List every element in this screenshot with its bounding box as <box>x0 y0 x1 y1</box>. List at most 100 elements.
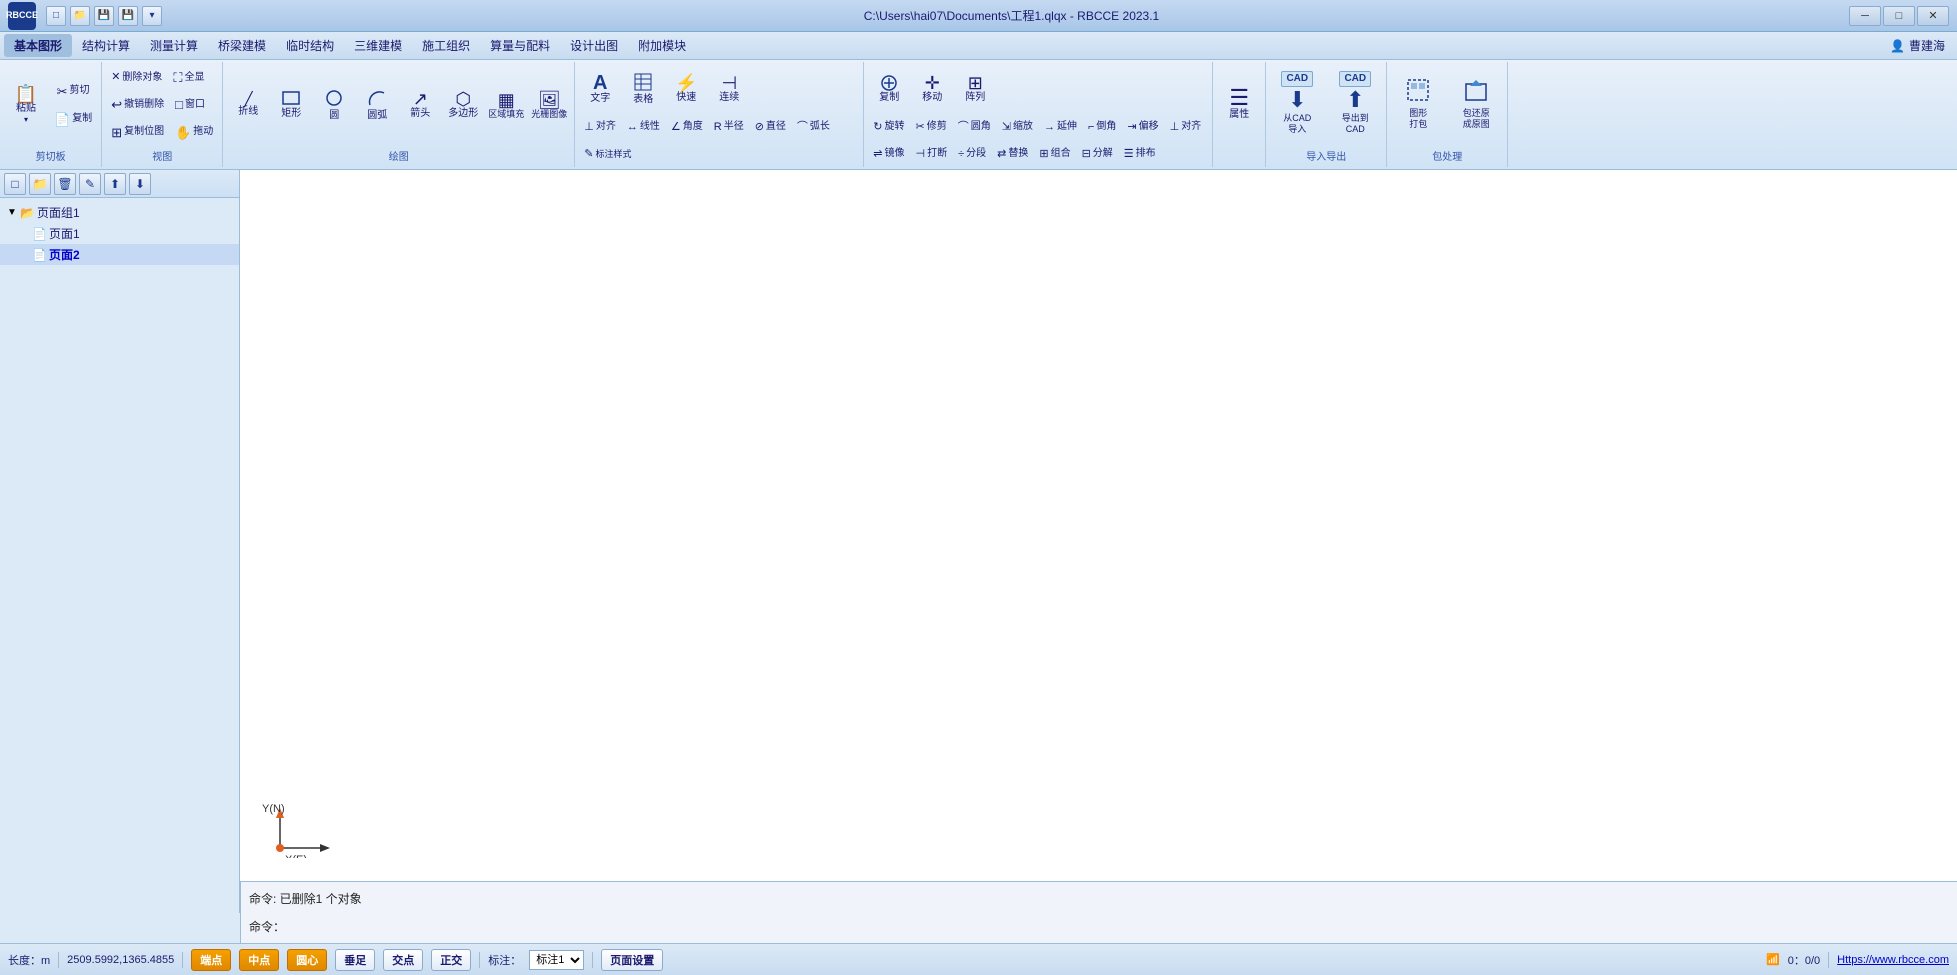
snap-foot-btn[interactable]: 垂足 <box>335 949 375 971</box>
new-btn[interactable]: □ <box>46 6 66 26</box>
linear-dim-btn[interactable]: ↔ 线性 <box>622 114 665 140</box>
menu-3d[interactable]: 三维建模 <box>344 34 412 57</box>
panel-open-btn[interactable]: 📁 <box>29 173 51 195</box>
array-btn[interactable]: ⊞ 阵列 <box>954 64 996 114</box>
menu-addon[interactable]: 附加模块 <box>628 34 696 57</box>
rect-btn[interactable]: 矩形 <box>270 80 312 130</box>
menu-quantity[interactable]: 算量与配料 <box>480 34 560 57</box>
radius-dim-btn[interactable]: R 半径 <box>709 114 749 140</box>
cut-btn[interactable]: ✂ 剪切 <box>49 78 97 104</box>
panel-delete-btn[interactable]: 🗑 <box>54 173 76 195</box>
scale-label: 缩放 <box>1013 121 1033 133</box>
move-btn[interactable]: ✛ 移动 <box>911 64 953 114</box>
polyline-btn[interactable]: ╱ 折线 <box>227 80 269 130</box>
copy-pos-btn[interactable]: ⊞ 复制位图 <box>106 119 169 145</box>
paste-btn[interactable]: 📋 粘贴 ▾ <box>4 65 48 145</box>
align2-label: 对齐 <box>1181 121 1201 133</box>
arc-len-dim-btn[interactable]: ⌒ 弧长 <box>792 114 835 140</box>
snap-center-btn[interactable]: 圆心 <box>287 949 327 971</box>
scale-btn[interactable]: ⇲ 缩放 <box>997 114 1038 140</box>
shape-pack-btn[interactable]: 图形打包 <box>1391 64 1445 144</box>
panel-new-btn[interactable]: □ <box>4 173 26 195</box>
panel-down-btn[interactable]: ⬇ <box>129 173 151 195</box>
dropdown-btn[interactable]: ▾ <box>142 6 162 26</box>
sep2 <box>182 952 183 968</box>
arc-btn[interactable]: 圆弧 <box>356 80 398 130</box>
diameter-dim-btn[interactable]: ⊘ 直径 <box>750 114 791 140</box>
replace-btn[interactable]: ⇄ 替换 <box>992 141 1033 167</box>
chamfer-btn[interactable]: ⌐ 倒角 <box>1083 114 1121 140</box>
hatch-btn[interactable]: ▦ 区域填充 <box>485 80 527 130</box>
drag-btn[interactable]: ✋ 拖动 <box>170 119 218 145</box>
from-cad-btn[interactable]: CAD ⬇ 从CAD导入 <box>1270 64 1324 144</box>
arrow-btn[interactable]: ↗ 箭头 <box>399 80 441 130</box>
rotate-btn[interactable]: ↻ 旋转 <box>868 114 909 140</box>
move-icon: ✛ <box>925 74 940 92</box>
tree-page1[interactable]: 📄 页面1 <box>0 223 239 244</box>
continuous-dim-btn[interactable]: ⊣ 连续 <box>708 64 750 114</box>
menu-bridge[interactable]: 桥梁建模 <box>208 34 276 57</box>
tree-group1[interactable]: ▼ 📂 页面组1 <box>0 202 239 223</box>
page-settings-btn[interactable]: 页面设置 <box>601 949 663 971</box>
close-btn[interactable]: ✕ <box>1917 6 1949 26</box>
panel-up-btn[interactable]: ⬆ <box>104 173 126 195</box>
properties-btn[interactable]: ☰ 属性 <box>1217 64 1261 144</box>
combine-btn[interactable]: ⊞ 组合 <box>1034 141 1075 167</box>
fast-dim-btn[interactable]: ⚡ 快速 <box>665 64 707 114</box>
align2-btn[interactable]: ⊥ 对齐 <box>1165 114 1207 140</box>
open-btn[interactable]: 📁 <box>70 6 90 26</box>
undo-delete-btn[interactable]: ↩ 撤销删除 <box>106 92 169 118</box>
trim-btn[interactable]: ✂ 修剪 <box>911 114 952 140</box>
tree-page2[interactable]: 📄 页面2 <box>0 244 239 265</box>
save-btn[interactable]: 💾 <box>94 6 114 26</box>
arrange-btn[interactable]: ☰ 排布 <box>1119 141 1161 167</box>
menu-design[interactable]: 设计出图 <box>560 34 628 57</box>
window-btn[interactable]: □ 窗口 <box>170 92 210 118</box>
dim-style-btn[interactable]: ✎ 标注样式 <box>579 141 636 167</box>
annotation-select[interactable]: 标注1 <box>529 950 584 970</box>
menu-survey-calc[interactable]: 测量计算 <box>140 34 208 57</box>
delete-obj-btn[interactable]: ✕ 删除对象 <box>106 65 167 91</box>
decompose-btn[interactable]: ⊟ 分解 <box>1077 141 1118 167</box>
text-btn[interactable]: A 文字 <box>579 64 621 114</box>
diameterdim-icon: ⊘ <box>755 122 764 133</box>
saveas-btn[interactable]: 💾 <box>118 6 138 26</box>
snap-intersect-btn[interactable]: 交点 <box>383 949 423 971</box>
circle-btn[interactable]: 圆 <box>313 80 355 130</box>
user-name: 曹建海 <box>1909 37 1945 54</box>
cut-icon: ✂ <box>57 85 68 98</box>
round-btn[interactable]: ⌒ 圆角 <box>953 114 996 140</box>
menu-basic-shapes[interactable]: 基本图形 <box>4 34 72 57</box>
chamfer-label: 倒角 <box>1096 121 1116 133</box>
align-dim-btn[interactable]: ⊥ 对齐 <box>579 114 621 140</box>
angle-dim-btn[interactable]: ∠ 角度 <box>666 114 708 140</box>
snap-endpoint-btn[interactable]: 端点 <box>191 949 231 971</box>
menu-structural-calc[interactable]: 结构计算 <box>72 34 140 57</box>
website-link[interactable]: Https://www.rbcce.com <box>1837 954 1949 966</box>
copy2-btn[interactable]: 复制 <box>868 64 910 114</box>
maximize-btn[interactable]: □ <box>1883 6 1915 26</box>
polygon-btn[interactable]: ⬡ 多边形 <box>442 80 484 130</box>
restore-btn[interactable]: 包还原成原图 <box>1449 64 1503 144</box>
divide-btn[interactable]: ÷ 分段 <box>953 141 991 167</box>
panel-edit-btn[interactable]: ✎ <box>79 173 101 195</box>
extend-btn[interactable]: → 延伸 <box>1039 114 1082 140</box>
snap-ortho-btn[interactable]: 正交 <box>431 949 471 971</box>
mirror-btn[interactable]: ⇌ 镜像 <box>868 141 909 167</box>
offset-btn[interactable]: ⇥ 偏移 <box>1122 114 1163 140</box>
minimize-btn[interactable]: ─ <box>1849 6 1881 26</box>
copy-btn[interactable]: 📄 复制 <box>49 106 97 132</box>
to-cad-btn[interactable]: CAD ⬆ 导出到CAD <box>1328 64 1382 144</box>
snap-midpoint-btn[interactable]: 中点 <box>239 949 279 971</box>
break-btn[interactable]: ⊣ 打断 <box>911 141 953 167</box>
menu-temp-structure[interactable]: 临时结构 <box>276 34 344 57</box>
ribbon-group-modify: 复制 ✛ 移动 ⊞ 阵列 ↻ 旋转 ✂ 修剪 <box>864 62 1213 167</box>
drawing-canvas[interactable]: X(E) Y(N) <box>240 170 1957 913</box>
table-btn[interactable]: 表格 <box>622 64 664 114</box>
grid-img-btn[interactable]: 🖼 光栅图像 <box>528 80 570 130</box>
rect-label: 矩形 <box>281 108 301 120</box>
menubar: 基本图形 结构计算 测量计算 桥梁建模 临时结构 三维建模 施工组织 算量与配料… <box>0 32 1957 60</box>
fullscreen-btn[interactable]: ⛶ 全显 <box>168 65 209 91</box>
menu-construction[interactable]: 施工组织 <box>412 34 480 57</box>
canvas-area[interactable]: X(E) Y(N) <box>240 170 1957 913</box>
